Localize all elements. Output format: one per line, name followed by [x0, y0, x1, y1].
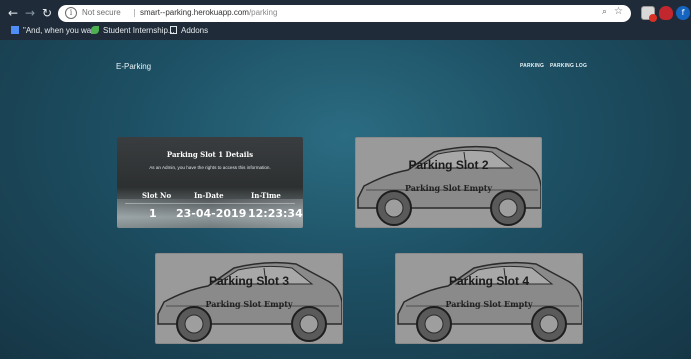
- bookmark-label: Addons: [181, 26, 209, 35]
- shield-extension-icon[interactable]: [659, 6, 673, 20]
- page-content: E-Parking PARKING PARKING LOG Parking Sl…: [0, 40, 691, 359]
- browser-chrome: ← → ↻ i Not secure | smart--parking.hero…: [0, 0, 691, 40]
- slot-title: Parking Slot 2: [408, 158, 489, 172]
- nav-parking[interactable]: PARKING: [520, 63, 544, 69]
- slot-status: Parking Slot Empty: [445, 299, 533, 309]
- slot-1-title: Parking Slot 1 Details: [166, 150, 254, 159]
- url-text[interactable]: smart--parking.herokuapp.com/parking: [140, 8, 277, 17]
- slot-number-value: 1: [149, 207, 157, 220]
- extension-icon[interactable]: [641, 6, 657, 22]
- in-date-value: 23-04-2019: [176, 207, 247, 220]
- bookmark-item[interactable]: "And, when you wa...: [11, 26, 98, 35]
- url-path: /parking: [248, 8, 278, 17]
- slot-status: Parking Slot Empty: [404, 183, 493, 193]
- bookmarks-bar: "And, when you wa... Student Internship.…: [0, 25, 691, 39]
- slot-2-card[interactable]: Parking Slot 2 Parking Slot Empty: [355, 137, 542, 228]
- doc-icon: [170, 26, 177, 34]
- separator: |: [133, 8, 136, 17]
- brand-logo[interactable]: E-Parking: [116, 62, 151, 71]
- reload-icon[interactable]: ↻: [39, 5, 55, 21]
- slot-status: Parking Slot Empty: [205, 299, 293, 309]
- bookmark-item[interactable]: Addons: [170, 26, 208, 35]
- slot-3-card[interactable]: Parking Slot 3 Parking Slot Empty: [155, 253, 343, 344]
- address-bar[interactable]: i Not secure | smart--parking.herokuapp.…: [58, 5, 631, 22]
- info-icon[interactable]: i: [65, 7, 77, 19]
- back-icon[interactable]: ←: [5, 5, 21, 21]
- column-header-slot-no: Slot No: [142, 191, 172, 200]
- forward-icon[interactable]: →: [22, 5, 38, 21]
- in-time-value: 12:23:34: [248, 207, 303, 220]
- security-label: Not secure: [82, 8, 121, 17]
- bookmark-label: Student Internship...: [103, 26, 175, 35]
- column-header-in-time: In-Time: [251, 191, 281, 200]
- slot-1-details-card[interactable]: Parking Slot 1 Details As an Admin, you …: [117, 137, 303, 228]
- extension-badge: [649, 14, 657, 22]
- zoom-icon[interactable]: ⌕: [602, 7, 607, 17]
- leaf-icon: [91, 26, 99, 34]
- column-header-in-date: In-Date: [194, 191, 224, 200]
- slot-title: Parking Slot 4: [448, 274, 530, 288]
- bookmark-label: "And, when you wa...: [23, 26, 98, 35]
- bookmark-star-icon[interactable]: ☆: [614, 6, 623, 17]
- slot-title: Parking Slot 3: [208, 274, 290, 288]
- nav-parking-log[interactable]: PARKING LOG: [550, 63, 587, 69]
- url-host: smart--parking.herokuapp.com: [140, 8, 249, 17]
- profile-icon[interactable]: f: [676, 6, 690, 20]
- slot-4-card[interactable]: Parking Slot 4 Parking Slot Empty: [395, 253, 583, 344]
- bookmark-item[interactable]: Student Internship...: [91, 26, 175, 35]
- address-bar-row: ← → ↻ i Not secure | smart--parking.hero…: [0, 4, 691, 24]
- slot-1-subtitle: As an Admin, you have the rights to acce…: [149, 165, 271, 170]
- apps-icon: [11, 26, 19, 34]
- header-divider: [125, 203, 295, 204]
